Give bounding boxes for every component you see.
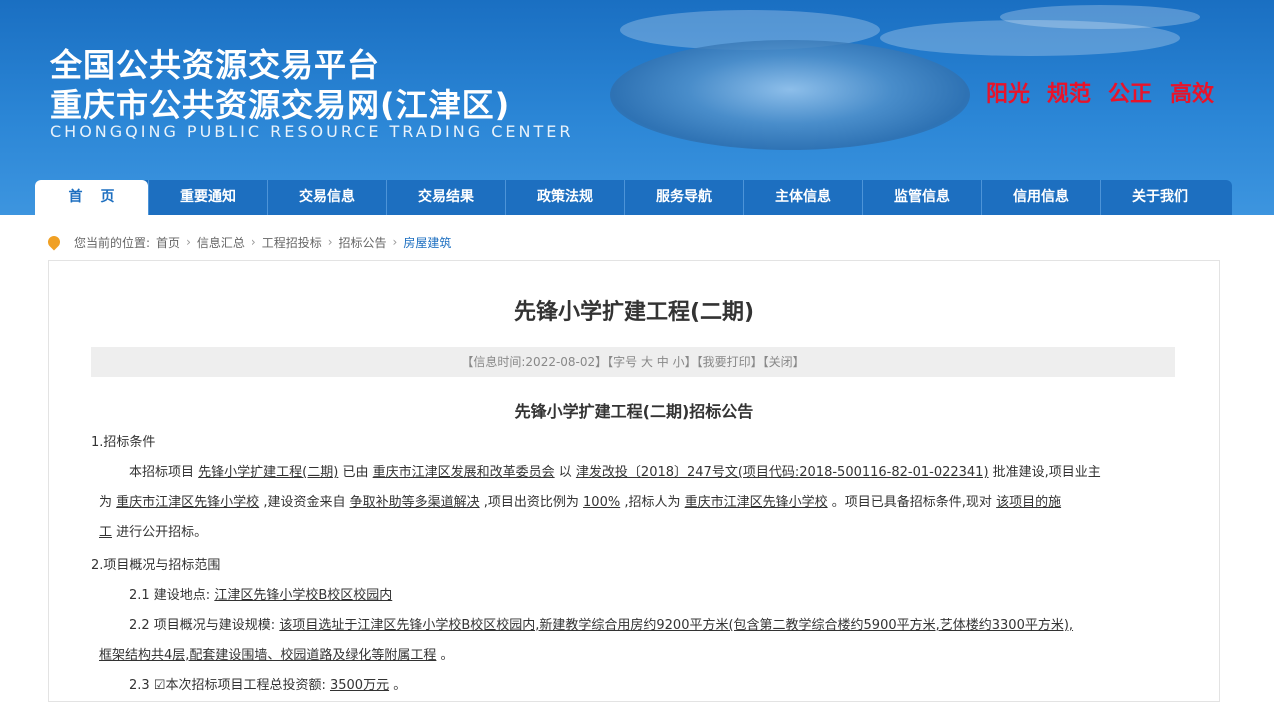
tender-scope: 该项目的施: [996, 495, 1062, 510]
article-panel: 先锋小学扩建工程(二期) 【信息时间:2022-08-02】【字号 大 中 小】…: [48, 260, 1220, 702]
breadcrumb-engineering[interactable]: 工程招投标: [262, 234, 322, 251]
section-2-2-cont: 框架结构共4层,配套建设围墙、校园道路及绿化等附属工程 。: [99, 641, 454, 671]
site-title-english: CHONGQING PUBLIC RESOURCE TRADING CENTER: [50, 122, 574, 141]
text: 。项目已具备招标条件,现对: [831, 495, 992, 510]
main-nav: 首页 重要通知 交易信息 交易结果 政策法规 服务导航 主体信息 监管信息 信用…: [35, 180, 1232, 215]
nav-item-credit[interactable]: 信用信息: [981, 180, 1100, 215]
breadcrumb-prefix: 您当前的位置:: [74, 235, 151, 250]
nav-item-about[interactable]: 关于我们: [1100, 180, 1219, 215]
approval-authority: 重庆市江津区发展和改革委员会: [372, 465, 555, 480]
section-2-3: 2.3 ☑本次招标项目工程总投资额: 3500万元 。: [129, 671, 406, 701]
nav-item-notices[interactable]: 重要通知: [148, 180, 267, 215]
breadcrumb-separator-icon: ›: [392, 235, 398, 249]
section-1-line-2: 为 重庆市江津区先锋小学校 ,建设资金来自 争取补助等多渠道解决 ,项目出资比例…: [99, 488, 1061, 518]
article-info-bar[interactable]: 【信息时间:2022-08-02】【字号 大 中 小】【我要打印】【关闭】: [91, 347, 1175, 377]
article-subtitle: 先锋小学扩建工程(二期)招标公告: [514, 402, 754, 421]
slogan-2: 规范: [1047, 82, 1092, 107]
section-1-line-3: 工 进行公开招标。: [99, 518, 207, 548]
nav-item-supervision[interactable]: 监管信息: [862, 180, 981, 215]
nav-item-trade-results[interactable]: 交易结果: [386, 180, 505, 215]
nav-item-home[interactable]: 首页: [35, 180, 148, 215]
slogan-4: 高效: [1170, 82, 1215, 107]
text: 为: [99, 495, 113, 510]
funding-source: 争取补助等多渠道解决: [349, 495, 480, 510]
nav-item-trade-info[interactable]: 交易信息: [267, 180, 386, 215]
text: ,招标人为: [624, 495, 681, 510]
text: ,项目出资比例为: [483, 495, 579, 510]
breadcrumb-tender-notice[interactable]: 招标公告: [339, 234, 387, 251]
text: ,建设资金来自: [263, 495, 346, 510]
label: 2.3 ☑本次招标项目工程总投资额:: [129, 678, 326, 693]
project-owner: 重庆市江津区先锋小学校: [116, 495, 260, 510]
slogan-1: 阳光: [986, 82, 1031, 107]
text: 。: [440, 648, 454, 663]
text: 进行公开招标。: [116, 525, 208, 540]
funding-ratio: 100%: [583, 495, 621, 510]
breadcrumb-info-summary[interactable]: 信息汇总: [197, 234, 245, 251]
tenderer: 重庆市江津区先锋小学校: [684, 495, 828, 510]
nav-item-service[interactable]: 服务导航: [624, 180, 743, 215]
tender-scope: 工: [99, 525, 113, 540]
section-2-2: 2.2 项目概况与建设规模: 该项目选址于江津区先锋小学校B校区校园内,新建教学…: [129, 611, 1073, 641]
breadcrumb-separator-icon: ›: [327, 235, 333, 249]
breadcrumb-separator-icon: ›: [186, 235, 191, 249]
city-aerial-image: [610, 40, 970, 150]
article-title: 先锋小学扩建工程(二期): [513, 300, 755, 325]
slogan-3: 公正: [1108, 82, 1153, 107]
text: 。: [393, 678, 407, 693]
construction-site: 江津区先锋小学校B校区校园内: [214, 588, 393, 603]
project-scale: 该项目选址于江津区先锋小学校B校区校园内,新建教学综合用房约9200平方米(包含…: [279, 618, 1074, 633]
text: 已由: [342, 465, 369, 480]
label: 2.2 项目概况与建设规模:: [129, 618, 276, 633]
location-pin-icon: [45, 233, 63, 251]
breadcrumb-home[interactable]: 首页: [156, 234, 180, 251]
site-title-line2: 重庆市公共资源交易网(江津区): [50, 86, 511, 124]
section-1-heading: 1.招标条件: [91, 435, 156, 450]
section-2-heading: 2.项目概况与招标范围: [91, 558, 221, 573]
breadcrumb-separator-icon: ›: [250, 235, 256, 249]
nav-item-entity[interactable]: 主体信息: [743, 180, 862, 215]
section-2-1: 2.1 建设地点: 江津区先锋小学校B校区校园内: [129, 581, 392, 611]
text: 以: [558, 465, 572, 480]
text: 本招标项目: [129, 465, 195, 480]
project-name: 先锋小学扩建工程(二期): [198, 465, 339, 480]
breadcrumb-current[interactable]: 房屋建筑: [403, 234, 451, 251]
project-scale: 框架结构共4层,配套建设围墙、校园道路及绿化等附属工程: [99, 648, 437, 663]
breadcrumb: 您当前的位置: 首页 › 信息汇总 › 工程招投标 › 招标公告 › 房屋建筑: [45, 232, 457, 252]
label: 2.1 建设地点:: [129, 588, 211, 603]
nav-item-policy[interactable]: 政策法规: [505, 180, 624, 215]
text: 批准建设,项目业主: [992, 465, 1101, 480]
approval-document: 津发改投〔2018〕247号文(项目代码:2018-500116-82-01-0…: [575, 465, 989, 480]
total-investment: 3500万元: [329, 678, 390, 693]
cloud-decoration: [1000, 5, 1200, 29]
section-1-line-1: 本招标项目 先锋小学扩建工程(二期) 已由 重庆市江津区发展和改革委员会 以 津…: [129, 458, 1101, 488]
